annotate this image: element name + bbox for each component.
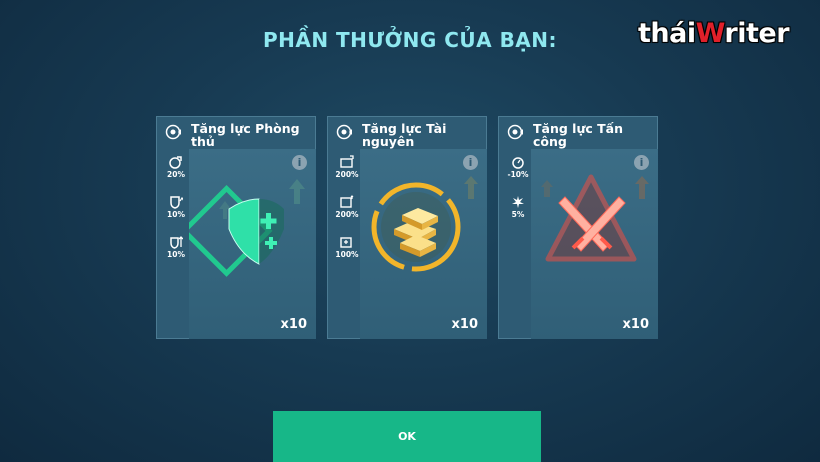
resource-production-icon [340,237,352,248]
defense-shield-icon [180,179,305,277]
card-header: Tăng lực Phòng thủ [157,117,315,149]
stat-row: 10% [161,195,191,235]
attack-burst-icon [512,196,524,208]
stat-value: -10% [507,170,529,179]
stat-row: -10% [503,155,533,195]
resource-gather-icon [340,195,354,208]
reward-card-defense[interactable]: Tăng lực Phòng thủ i 20% 10% 10% x10 [156,116,316,339]
stat-row: 200% [332,195,362,235]
card-quantity: x10 [451,317,478,332]
ok-button[interactable]: OK [273,411,541,462]
reward-card-resource[interactable]: Tăng lực Tài nguyên i 200% 200% 100% x10 [327,116,487,339]
target-icon [165,124,181,140]
shield-up-icon [170,196,183,209]
stat-row: 100% [332,235,362,275]
timer-icon [512,157,524,169]
stat-value: 200% [335,170,359,179]
info-icon[interactable]: i [634,155,649,170]
stat-value: 5% [511,210,525,219]
card-title: Tăng lực Phòng thủ [191,121,300,149]
stat-value: 10% [167,250,185,259]
stat-row: 10% [161,235,191,275]
resource-storage-icon [340,155,354,168]
reward-card-attack[interactable]: Tăng lực Tấn công i -10% 5% x10 [498,116,658,339]
brand-logo: tháiWriter [638,18,790,49]
crossed-swords-icon [541,174,649,262]
card-title: Tăng lực Tấn công [533,121,623,149]
gold-bars-icon [371,176,478,272]
stat-value: 100% [335,250,359,259]
card-stats: -10% 5% [503,155,533,235]
target-icon [507,124,523,140]
info-icon[interactable]: i [292,155,307,170]
card-quantity: x10 [280,317,307,332]
card-art [180,149,316,339]
stat-value: 200% [335,210,359,219]
stat-row: 5% [503,195,533,235]
card-art [531,149,658,339]
target-icon [336,124,352,140]
stat-value: 10% [167,210,185,219]
card-title: Tăng lực Tài nguyên [362,121,447,149]
stat-row: 20% [161,155,191,195]
card-header: Tăng lực Tài nguyên [328,117,486,149]
card-stats: 200% 200% 100% [332,155,362,275]
card-header: Tăng lực Tấn công [499,117,657,149]
defense-boost-icon [169,156,182,169]
card-art [360,149,487,339]
card-stats: 20% 10% 10% [161,155,191,275]
card-quantity: x10 [622,317,649,332]
stat-row: 200% [332,155,362,195]
info-icon[interactable]: i [463,155,478,170]
stat-value: 20% [167,170,185,179]
shield-arrow-icon [170,236,183,249]
